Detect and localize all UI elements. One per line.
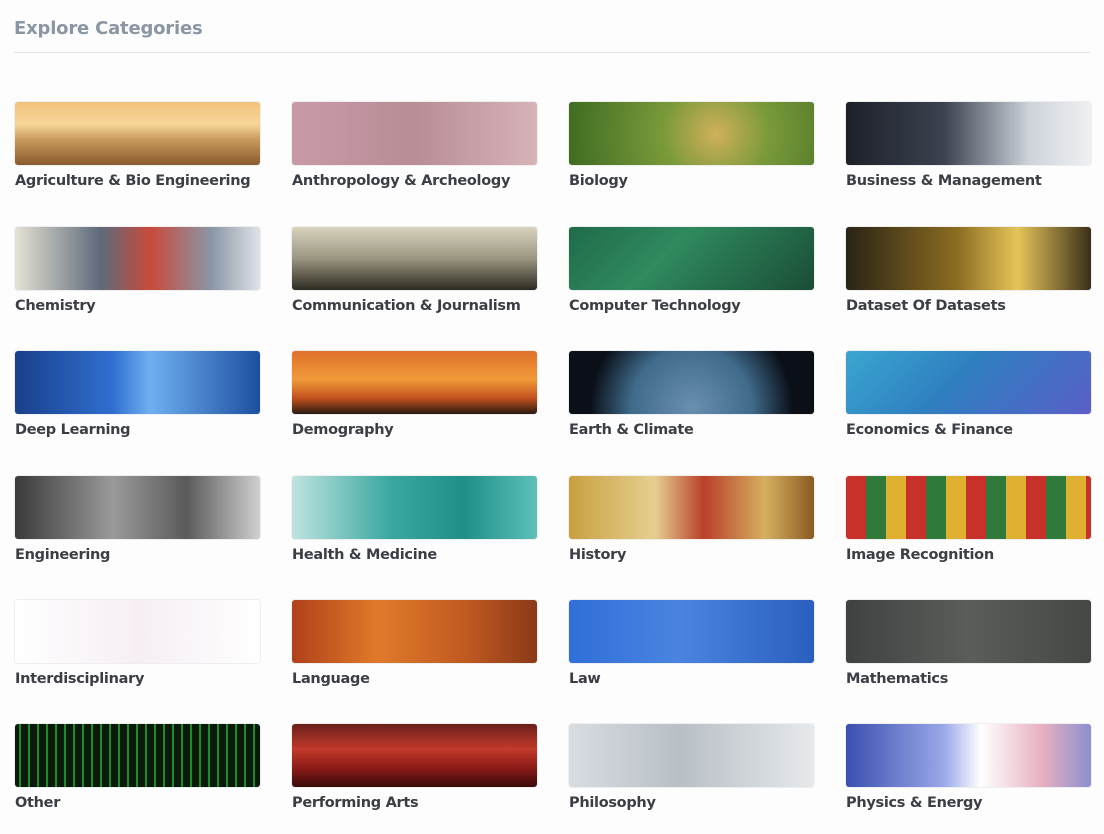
category-label[interactable]: Earth & Climate [569,422,694,438]
chinese-characters-image[interactable] [292,600,537,663]
category-label[interactable]: Other [15,795,60,811]
category-label[interactable]: Health & Medicine [292,547,437,563]
category-card-law[interactable]: Law [569,600,814,710]
category-label[interactable]: Law [569,671,601,687]
philosopher-statue-image[interactable] [569,724,814,787]
category-label[interactable]: Performing Arts [292,795,419,811]
category-card-dataset-of-datasets[interactable]: Dataset Of Datasets [846,227,1091,337]
crowd-silhouette-image[interactable] [292,351,537,414]
category-card-earth-and-climate[interactable]: Earth & Climate [569,351,814,461]
gold-hexagons-image[interactable] [846,227,1091,290]
finance-graph-image[interactable] [846,351,1091,414]
category-card-business-and-management[interactable]: Business & Management [846,102,1091,212]
handshake-image[interactable] [846,102,1091,165]
category-label[interactable]: Image Recognition [846,547,994,563]
power-lines-image[interactable] [846,724,1091,787]
category-card-agriculture-and-bio-engineering[interactable]: Agriculture & Bio Engineering [15,102,260,212]
category-label[interactable]: Philosophy [569,795,656,811]
surgeons-image[interactable] [292,476,537,539]
category-label[interactable]: Demography [292,422,394,438]
category-label[interactable]: Mathematics [846,671,948,687]
category-card-anthropology-and-archeology[interactable]: Anthropology & Archeology [292,102,537,212]
category-card-other[interactable]: Other [15,724,260,834]
matrix-code-image[interactable] [15,724,260,787]
category-card-economics-and-finance[interactable]: Economics & Finance [846,351,1091,461]
category-card-language[interactable]: Language [292,600,537,710]
page-title: Explore Categories [14,18,203,39]
category-card-health-and-medicine[interactable]: Health & Medicine [292,476,537,586]
category-label[interactable]: Chemistry [15,298,96,314]
category-label[interactable]: Biology [569,173,628,189]
category-card-interdisciplinary[interactable]: Interdisciplinary [15,600,260,710]
newspapers-image[interactable] [292,227,537,290]
category-card-demography[interactable]: Demography [292,351,537,461]
category-card-deep-learning[interactable]: Deep Learning [15,351,260,461]
terracotta-army-image[interactable] [292,102,537,165]
lab-glassware-image[interactable] [15,227,260,290]
category-label[interactable]: Communication & Journalism [292,298,521,314]
gears-image[interactable] [15,476,260,539]
category-label[interactable]: Anthropology & Archeology [292,173,510,189]
category-card-communication-and-journalism[interactable]: Communication & Journalism [292,227,537,337]
category-label[interactable]: Economics & Finance [846,422,1013,438]
category-card-computer-technology[interactable]: Computer Technology [569,227,814,337]
lady-justice-image[interactable] [569,600,814,663]
category-label[interactable]: History [569,547,626,563]
title-divider [14,52,1090,53]
circuit-board-image[interactable] [569,227,814,290]
category-label[interactable]: Business & Management [846,173,1042,189]
category-card-performing-arts[interactable]: Performing Arts [292,724,537,834]
category-card-physics-and-energy[interactable]: Physics & Energy [846,724,1091,834]
theater-stage-image[interactable] [292,724,537,787]
christmas-pattern-image[interactable] [846,476,1091,539]
bee-on-flower-image[interactable] [569,102,814,165]
category-card-mathematics[interactable]: Mathematics [846,600,1091,710]
category-label[interactable]: Agriculture & Bio Engineering [15,173,251,189]
category-label[interactable]: Deep Learning [15,422,131,438]
earth-globe-image[interactable] [569,351,814,414]
jellyfish-sketch-image[interactable] [15,600,260,663]
category-card-chemistry[interactable]: Chemistry [15,227,260,337]
category-card-history[interactable]: History [569,476,814,586]
fresco-painting-image[interactable] [569,476,814,539]
neural-network-image[interactable] [15,351,260,414]
category-label[interactable]: Engineering [15,547,110,563]
category-card-engineering[interactable]: Engineering [15,476,260,586]
category-label[interactable]: Computer Technology [569,298,741,314]
chalkboard-equations-image[interactable] [846,600,1091,663]
category-label[interactable]: Physics & Energy [846,795,983,811]
category-label[interactable]: Language [292,671,370,687]
farm-field-image[interactable] [15,102,260,165]
category-card-biology[interactable]: Biology [569,102,814,212]
category-card-image-recognition[interactable]: Image Recognition [846,476,1091,586]
category-label[interactable]: Interdisciplinary [15,671,144,687]
category-card-philosophy[interactable]: Philosophy [569,724,814,834]
category-label[interactable]: Dataset Of Datasets [846,298,1006,314]
